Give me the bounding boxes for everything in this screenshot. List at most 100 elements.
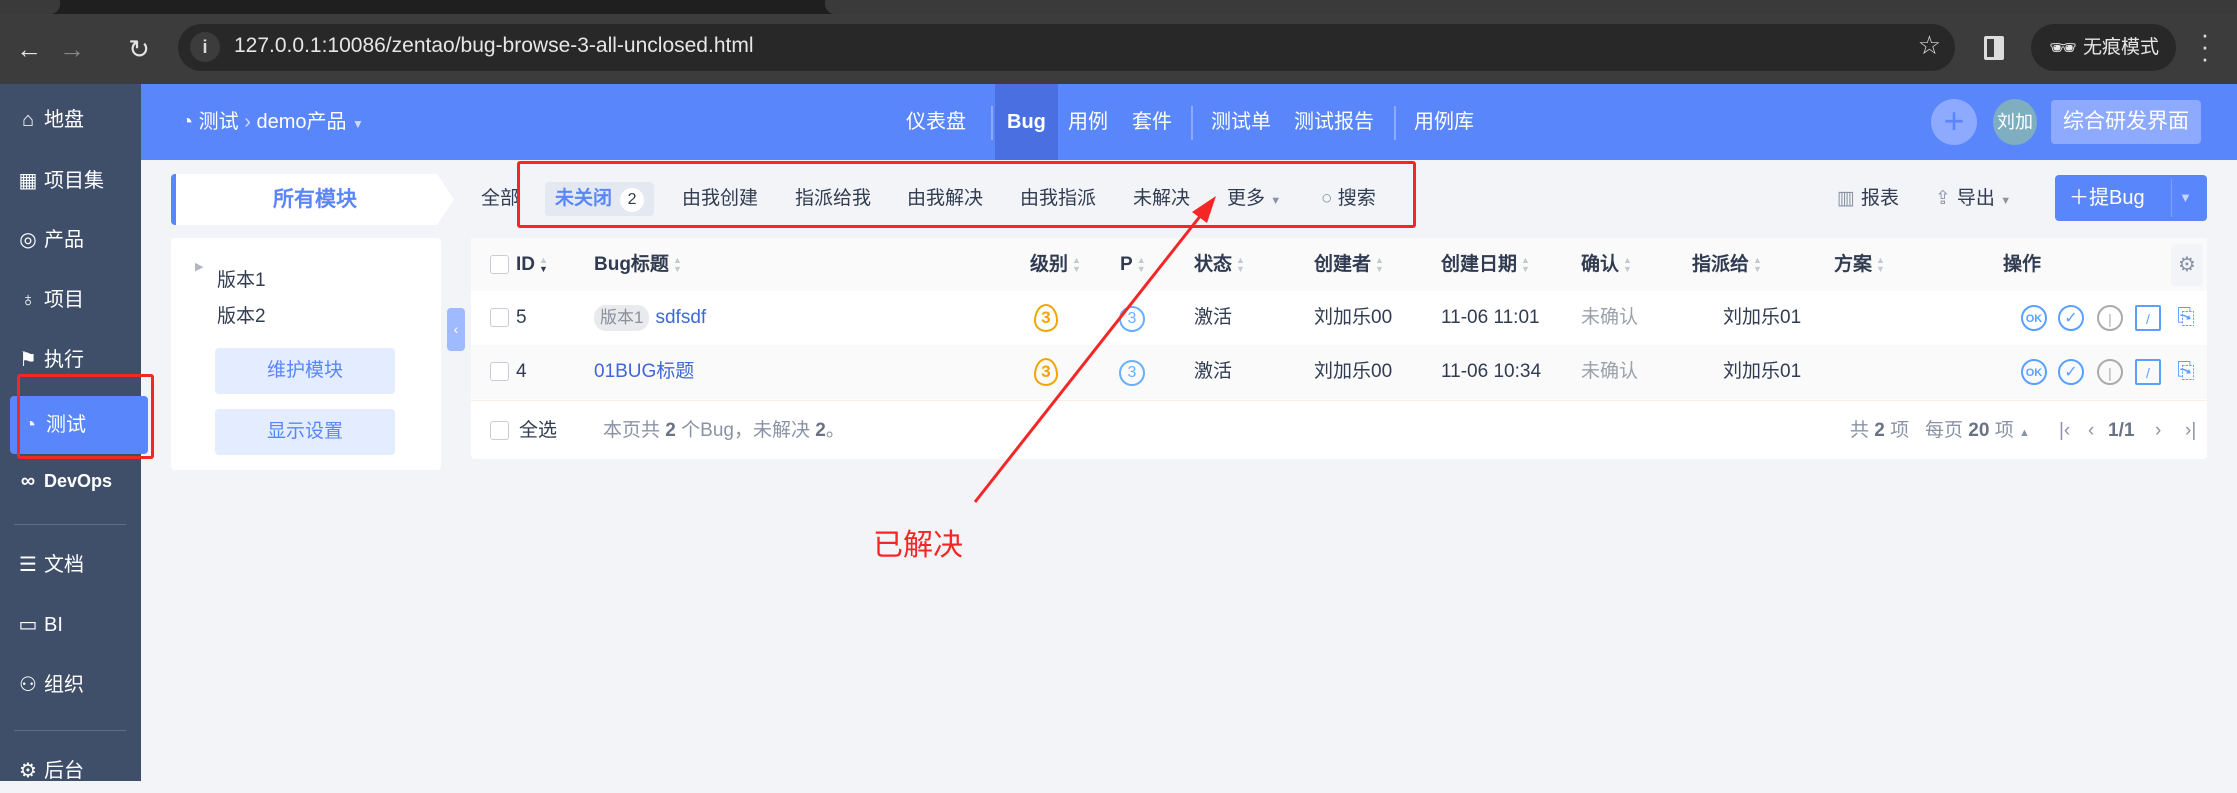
text: 创建者	[1314, 254, 1372, 275]
sidebar-label: BI	[44, 614, 63, 636]
col-creator[interactable]: 创建者 ▲ ▼	[1314, 238, 1384, 291]
bug-title-link[interactable]: sdfsdf	[655, 307, 706, 328]
address-bar[interactable]: i 127.0.0.1:10086/zentao/bug-browse-3-al…	[178, 24, 1955, 71]
sidebar-item-program[interactable]: ▦ 项目集	[0, 159, 141, 203]
breadcrumb-module[interactable]: 测试	[199, 111, 239, 133]
col-priority[interactable]: P ▲ ▼	[1120, 238, 1146, 291]
text: ID	[516, 254, 535, 275]
annotation-label: 已解决	[873, 529, 963, 562]
tree-item[interactable]: 版本2	[217, 301, 266, 328]
bug-title-link[interactable]: 01BUG标题	[594, 361, 694, 382]
nav-suite[interactable]: 套件	[1132, 104, 1172, 140]
nav-testtask[interactable]: 测试单	[1211, 104, 1271, 140]
maintain-module-button[interactable]: 维护模块	[215, 348, 395, 394]
report-button[interactable]: ▥ 报表	[1837, 182, 1899, 216]
resolve-check-icon[interactable]: ✓	[2058, 359, 2084, 385]
confirm-ok-icon[interactable]: OK	[2021, 359, 2047, 385]
severity-cell: 3	[1034, 345, 1058, 399]
col-confirm[interactable]: 确认 ▲ ▼	[1581, 238, 1632, 291]
incognito-badge[interactable]: 🕶 无痕模式	[2031, 24, 2176, 71]
chart-icon: ▭	[18, 614, 38, 636]
assignee[interactable]: 刘加乐01	[1723, 291, 1801, 345]
col-created-date[interactable]: 创建日期 ▲ ▼	[1441, 238, 1530, 291]
sidebar-item-dashboard[interactable]: ⌂ 地盘	[0, 98, 141, 142]
assignee[interactable]: 刘加乐01	[1723, 345, 1801, 399]
next-page-icon[interactable]: ›	[2155, 401, 2161, 460]
tree-item[interactable]: 版本1	[217, 271, 266, 290]
col-status[interactable]: 状态 ▲ ▼	[1194, 238, 1245, 291]
edit-icon[interactable]: /	[2135, 359, 2161, 385]
close-power-icon[interactable]: |	[2097, 305, 2123, 331]
sidebar-item-devops[interactable]: ∞ DevOps	[0, 459, 141, 503]
site-info-icon[interactable]: i	[190, 32, 220, 62]
col-title[interactable]: Bug标题 ▲ ▼	[594, 238, 682, 291]
select-all-header-checkbox[interactable]	[490, 255, 509, 274]
sidebar-item-project[interactable]: ♁ 项目	[0, 278, 141, 322]
bookmark-star-icon[interactable]: ☆	[1918, 30, 1941, 61]
row-checkbox[interactable]	[490, 308, 509, 327]
copy-icon[interactable]: ⎘	[2173, 305, 2199, 331]
sidebar-item-admin[interactable]: ⚙ 后台	[0, 749, 141, 793]
nav-testreport[interactable]: 测试报告	[1294, 104, 1374, 140]
sidebar-label: 项目集	[44, 170, 104, 192]
sidebar-item-org[interactable]: ⚇ 组织	[0, 663, 141, 707]
sidebar-item-product[interactable]: ◎ 产品	[0, 218, 141, 262]
table-row[interactable]: 5 版本1 sdfsdf 3 3 激活 刘加乐00 11-06 11:01 未确认…	[471, 291, 2207, 345]
all-modules-tab[interactable]: 所有模块	[171, 174, 454, 225]
reload-icon[interactable]: ↻	[122, 32, 156, 66]
edit-icon[interactable]: /	[2135, 305, 2161, 331]
collapse-sidebar-toggle[interactable]: ‹	[447, 308, 465, 351]
caret-up-icon: ▲	[2019, 427, 2030, 439]
back-icon[interactable]: ←	[12, 32, 46, 66]
row-checkbox[interactable]	[490, 362, 509, 381]
table-row[interactable]: 4 01BUG标题 3 3 激活 刘加乐00 11-06 10:34 未确认 刘…	[471, 345, 2207, 399]
side-panel-icon[interactable]	[1984, 36, 2004, 60]
copy-icon[interactable]: ⎘	[2173, 359, 2199, 385]
sidebar-item-bi[interactable]: ▭ BI	[0, 603, 141, 647]
confirm-ok-icon[interactable]: OK	[2021, 305, 2047, 331]
text: 1/1	[2108, 420, 2135, 441]
sidebar-item-doc[interactable]: ☰ 文档	[0, 543, 141, 587]
nav-bug[interactable]: Bug	[995, 84, 1058, 160]
display-settings-button[interactable]: 显示设置	[215, 409, 395, 455]
nav-dashboard[interactable]: 仪表盘	[906, 104, 966, 140]
avatar[interactable]: 刘加	[1993, 99, 2037, 145]
new-bug-button[interactable]: ＋提Bug ▼	[2055, 175, 2207, 221]
forward-icon[interactable]: →	[55, 32, 89, 66]
created-date: 11-06 11:01	[1441, 307, 1540, 328]
created-date: 11-06 10:34	[1441, 361, 1542, 382]
product-switcher[interactable]: demo产品	[256, 111, 346, 133]
nav-case[interactable]: 用例	[1068, 104, 1108, 140]
bug-id: 5	[516, 307, 527, 328]
rocket-icon: ♁	[20, 289, 36, 311]
first-page-icon[interactable]: |‹	[2059, 401, 2070, 460]
sidebar-label: 项目	[44, 289, 84, 311]
table-header: ID ▲ ▼ Bug标题 ▲ ▼ 级别 ▲ ▼ P ▲ ▼ 状态 ▲ ▼ 创建者 ▲ ▼ 创建日期 ▲ ▼ …	[471, 238, 2207, 291]
caret-right-icon[interactable]: ▶	[195, 260, 203, 273]
column-settings-gear-icon[interactable]: ⚙	[2171, 244, 2203, 286]
col-resolution[interactable]: 方案 ▲ ▼	[1834, 238, 1885, 291]
export-button[interactable]: ⇪ 导出 ▼	[1935, 182, 2011, 218]
prev-page-icon[interactable]: ‹	[2088, 401, 2094, 460]
annotation-highlight-box	[517, 161, 1416, 228]
select-all-checkbox[interactable]	[490, 421, 509, 440]
filter-tab-all[interactable]: 全部	[481, 182, 519, 216]
last-page-icon[interactable]: ›|	[2185, 401, 2196, 460]
annotation-highlight-box	[17, 374, 154, 459]
create-plus-button[interactable]: +	[1931, 99, 1977, 145]
browser-menu-icon[interactable]: · · ·	[2198, 21, 2212, 71]
caret-down-icon[interactable]: ▼	[2179, 175, 2192, 221]
sidebar-label: 产品	[44, 229, 84, 251]
col-assignee[interactable]: 指派给 ▲ ▼	[1692, 238, 1762, 291]
col-id[interactable]: ID ▲ ▼	[516, 238, 548, 291]
select-all-label[interactable]: 全选	[519, 401, 557, 460]
switch-interface-button[interactable]: 综合研发界面	[2051, 100, 2201, 144]
close-power-icon[interactable]: |	[2097, 359, 2123, 385]
export-label: 导出	[1956, 188, 1995, 209]
bug-id: 4	[516, 361, 527, 382]
confirm-status: 未确认	[1581, 361, 1639, 382]
resolve-check-icon[interactable]: ✓	[2058, 305, 2084, 331]
col-severity[interactable]: 级别 ▲ ▼	[1030, 238, 1081, 291]
page-size-selector[interactable]: 每页 20 项 ▲	[1925, 401, 2030, 463]
nav-caselib[interactable]: 用例库	[1414, 104, 1474, 140]
